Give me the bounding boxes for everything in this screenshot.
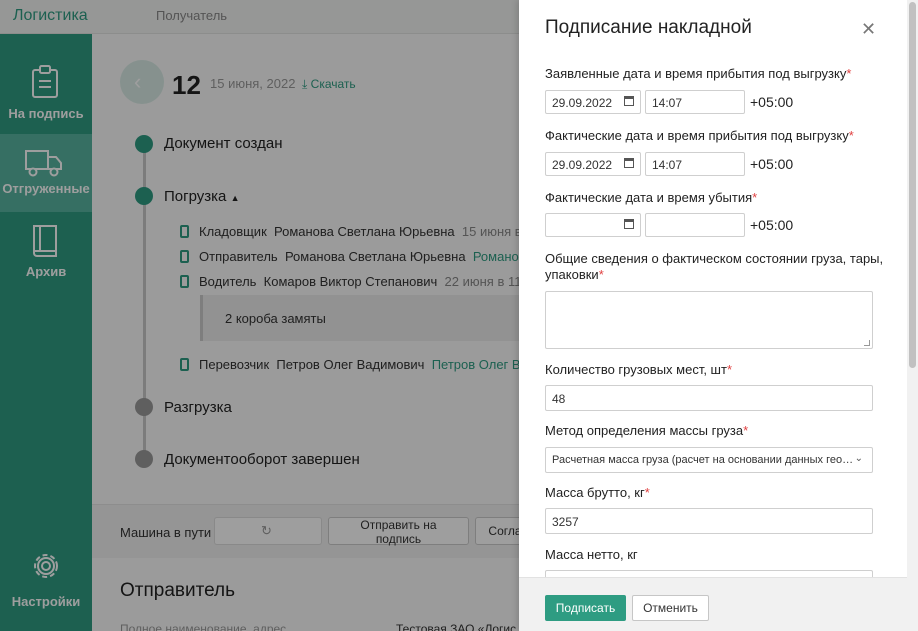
select-value: Расчетная масса груза (расчет на основан…: [552, 454, 854, 466]
input-value: 14:07: [652, 158, 683, 172]
label-text: Количество грузовых мест, шт: [545, 362, 727, 377]
resize-handle-icon[interactable]: [864, 340, 870, 346]
required-mark: *: [598, 267, 604, 282]
cargo-state-textarea[interactable]: [545, 291, 873, 349]
actual-arrival-label: Фактические дата и время прибытия под вы…: [545, 128, 885, 144]
departure-time-input[interactable]: [645, 213, 745, 237]
required-mark: *: [644, 485, 650, 500]
net-label: Масса нетто, кг: [545, 547, 885, 563]
chevron-down-icon: ⌄: [854, 453, 863, 464]
departure-label: Фактические дата и время убытия*: [545, 190, 885, 206]
input-value: 3257: [552, 515, 579, 529]
places-input[interactable]: 48: [545, 385, 873, 411]
timezone-label: +05:00: [750, 217, 794, 233]
input-value: 29.09.2022: [552, 158, 613, 172]
drawer-title: Подписание накладной: [545, 17, 752, 38]
label-text: Заявленные дата и время прибытия под выг…: [545, 66, 847, 81]
places-label: Количество грузовых мест, шт*: [545, 362, 885, 378]
arrival-date-input[interactable]: 29.09.2022: [545, 152, 641, 176]
label-text: Фактические дата и время прибытия под вы…: [545, 128, 849, 143]
calendar-icon: [624, 158, 634, 168]
declared-time-input[interactable]: 14:07: [645, 90, 745, 114]
label-text: Масса нетто, кг: [545, 547, 638, 562]
mass-method-select[interactable]: Расчетная масса груза (расчет на основан…: [545, 447, 873, 473]
mass-method-label: Метод определения массы груза*: [545, 423, 885, 439]
input-value: 48: [552, 392, 566, 406]
label-text: Масса брутто, кг: [545, 485, 645, 500]
close-icon[interactable]: ✕: [861, 19, 876, 40]
arrival-time-input[interactable]: 14:07: [645, 152, 745, 176]
required-mark: *: [743, 423, 749, 438]
required-mark: *: [848, 128, 854, 143]
cargo-state-label: Общие сведения о фактическом состоянии г…: [545, 251, 885, 283]
sign-drawer: Подписание накладной ✕ Заявленные дата и…: [519, 0, 907, 631]
input-value: 14:07: [652, 96, 683, 110]
calendar-icon: [624, 219, 634, 229]
departure-date-input[interactable]: [545, 213, 641, 237]
required-mark: *: [726, 362, 733, 377]
label-text: Фактические дата и время убытия: [545, 190, 753, 205]
scrollbar-thumb[interactable]: [909, 2, 916, 368]
drawer-footer: Подписать Отменить: [519, 577, 907, 631]
label-text: Метод определения массы груза: [545, 423, 744, 438]
gross-input[interactable]: 3257: [545, 508, 873, 534]
declared-label: Заявленные дата и время прибытия под выг…: [545, 66, 885, 82]
scrollbar[interactable]: [907, 0, 918, 631]
timezone-label: +05:00: [750, 156, 794, 172]
cancel-button[interactable]: Отменить: [632, 595, 709, 621]
calendar-icon: [624, 96, 634, 106]
required-mark: *: [846, 66, 852, 81]
declared-date-input[interactable]: 29.09.2022: [545, 90, 641, 114]
input-value: 29.09.2022: [552, 96, 613, 110]
label-text: Общие сведения о фактическом состоянии г…: [545, 251, 884, 282]
timezone-label: +05:00: [750, 94, 794, 110]
required-mark: *: [752, 190, 758, 205]
sign-button[interactable]: Подписать: [545, 595, 626, 621]
gross-label: Масса брутто, кг*: [545, 485, 885, 501]
